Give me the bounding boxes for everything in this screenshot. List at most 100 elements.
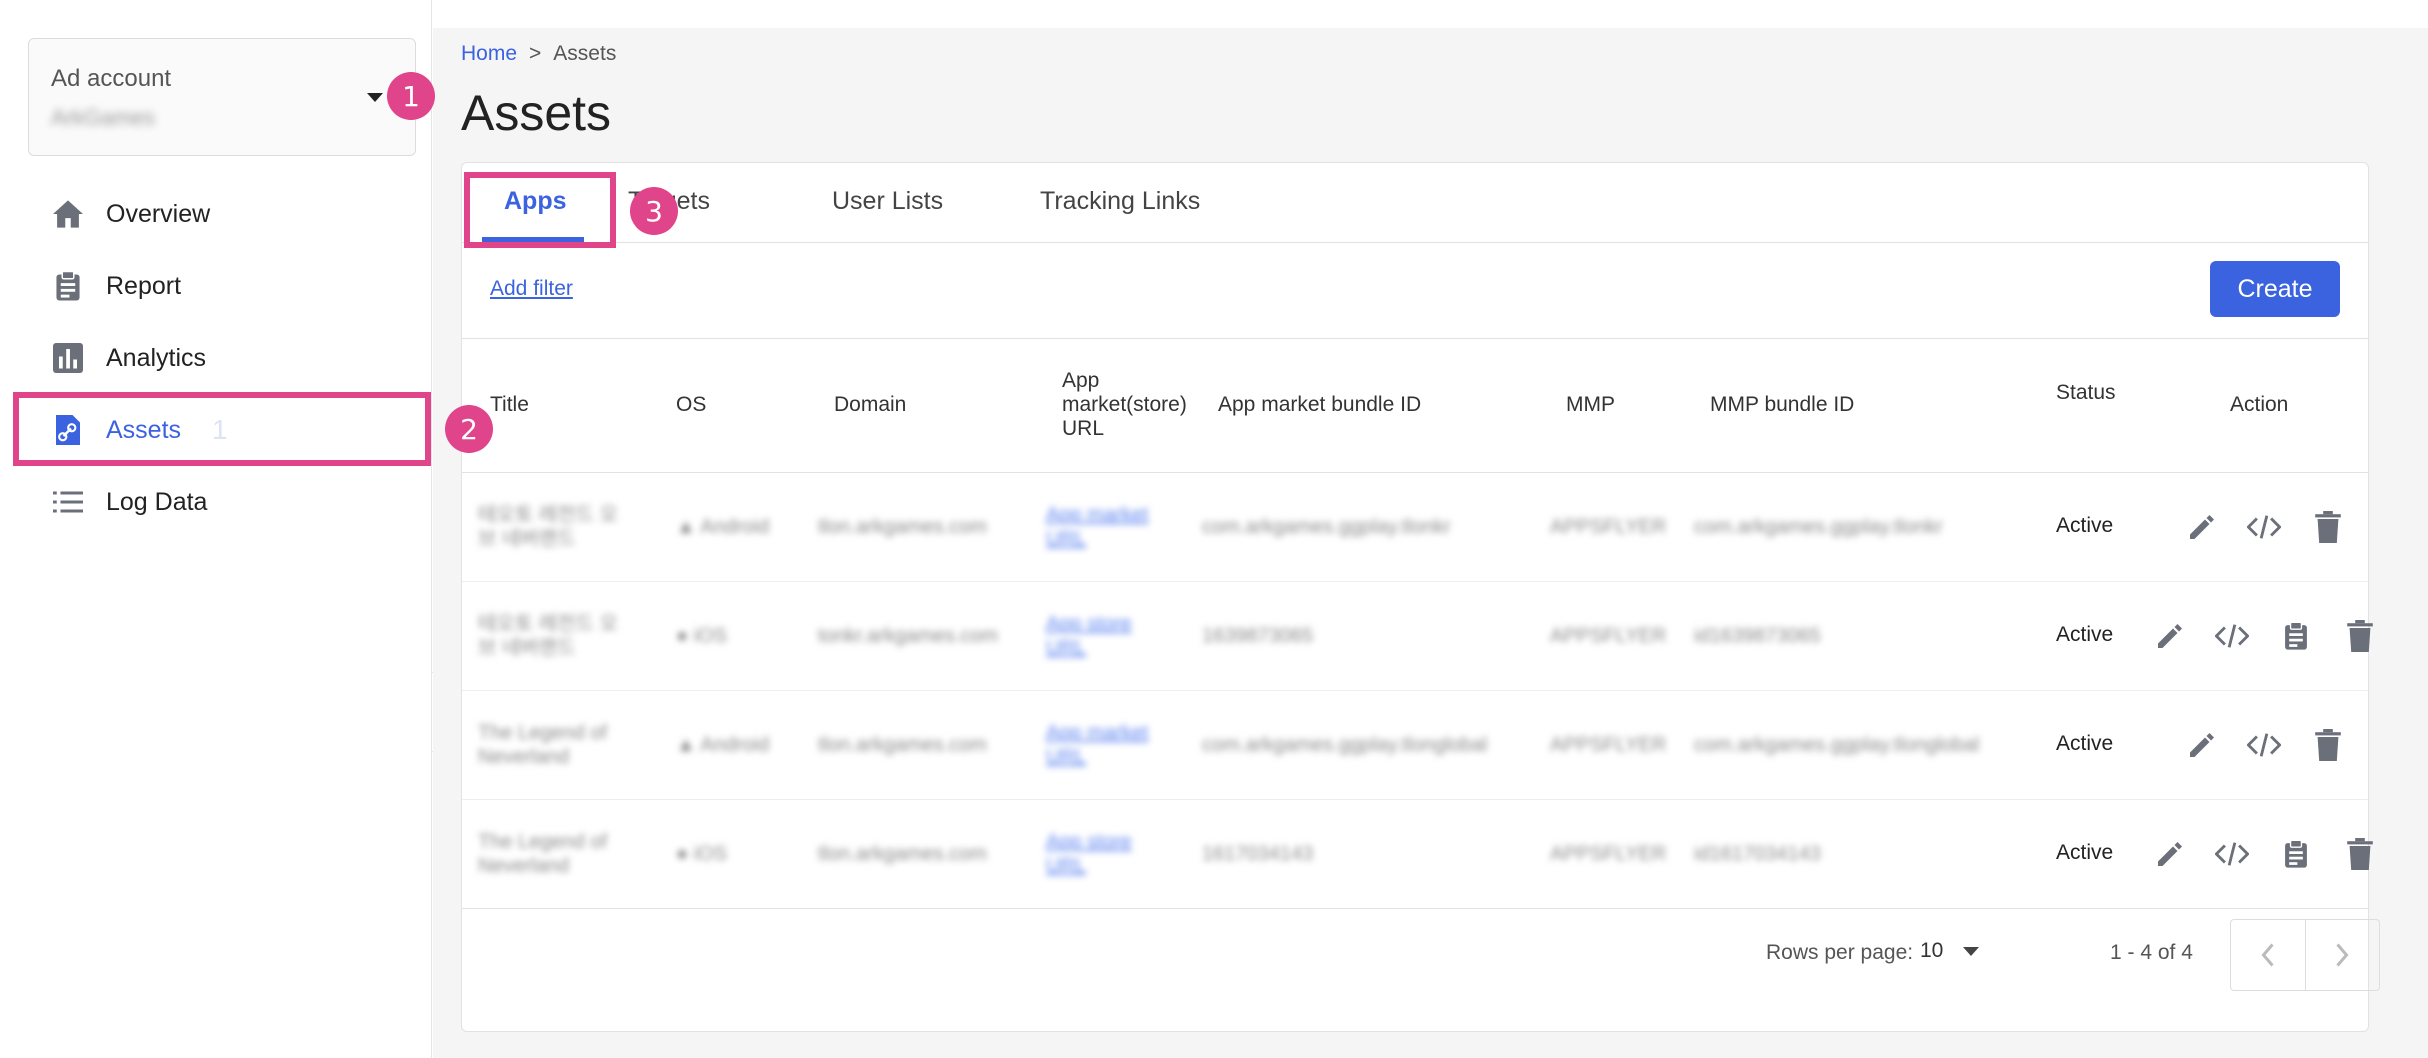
- cell-line: The Legend of: [478, 722, 607, 744]
- status-text: Active: [2056, 841, 2114, 864]
- cell-line: App market: [1046, 504, 1149, 526]
- cell-line: URL: [1046, 746, 1087, 768]
- add-filter-link[interactable]: Add filter: [490, 277, 573, 301]
- delete-icon[interactable]: [2340, 616, 2380, 656]
- sidebar-item-log-data[interactable]: Log Data: [0, 466, 432, 538]
- table-row: 테오토 레전드 오 브 네버랜드 ▲ Android tlon.arkgames…: [462, 473, 2368, 582]
- code-icon[interactable]: [2244, 725, 2284, 765]
- cell-line: 브 네버랜드: [478, 637, 576, 659]
- tab-bar: Apps Targets User Lists Tracking Links: [462, 163, 2368, 243]
- cell-os: ▲ Android: [676, 733, 769, 757]
- table-row: The Legend of Neverland ● iOS tlon.arkga…: [462, 800, 2373, 909]
- annotation-highlight-apps-tab: [464, 172, 616, 248]
- create-button[interactable]: Create: [2210, 261, 2340, 317]
- cell-os: ▲ Android: [676, 515, 769, 539]
- previous-page-button[interactable]: [2231, 920, 2305, 990]
- table-pagination: Rows per page: 10 1 - 4 of 4: [462, 901, 2380, 1031]
- chevron-right-icon: [2336, 943, 2349, 967]
- header-line: URL: [1062, 417, 1105, 440]
- cell-domain: tonkr.arkgames.com: [818, 625, 999, 647]
- breadcrumb-separator: >: [529, 42, 542, 65]
- sidebar-item-label: Overview: [106, 199, 211, 228]
- tab-user-lists[interactable]: User Lists: [832, 187, 943, 216]
- column-header-bundle-id: App market bundle ID: [1218, 393, 1422, 416]
- column-header-mmp: MMP: [1566, 393, 1615, 416]
- apple-icon: ●: [676, 843, 694, 865]
- home-icon: [50, 196, 86, 232]
- edit-icon[interactable]: [2182, 507, 2222, 547]
- cell-store-url-link[interactable]: App market URL: [1046, 721, 1148, 769]
- edit-icon[interactable]: [2182, 725, 2222, 765]
- cell-store-url-link[interactable]: App store URL: [1046, 830, 1132, 878]
- cell-line: 테오토 레전드 오: [478, 504, 618, 526]
- list-icon: [50, 484, 86, 520]
- cell-store-url-link[interactable]: App market URL: [1046, 503, 1148, 551]
- cell-line: 브 네버랜드: [478, 528, 576, 550]
- sidebar-item-overview[interactable]: Overview: [0, 178, 432, 250]
- cell-domain: tlon.arkgames.com: [818, 516, 987, 538]
- clipboard-copy-icon[interactable]: [2276, 616, 2316, 656]
- cell-bundle-id: 1617034143: [1202, 843, 1314, 865]
- page-title: Assets: [461, 85, 612, 141]
- rows-per-page-value: 10: [1920, 939, 1944, 962]
- cell-mmp-bundle-id: com.arkgames.ggplay.tlonkr: [1694, 516, 1943, 538]
- cell-domain: tlon.arkgames.com: [818, 843, 987, 865]
- rows-per-page-select[interactable]: 10: [1920, 939, 1980, 963]
- column-header-store-url: App market(store) URL: [1062, 369, 1187, 441]
- cell-line: App market: [1046, 722, 1149, 744]
- breadcrumb: Home > Assets: [461, 42, 616, 66]
- sidebar-item-analytics[interactable]: Analytics: [0, 322, 432, 394]
- bar-chart-icon: [50, 340, 86, 376]
- column-header-action: Action: [2230, 393, 2289, 416]
- cell-bundle-id: 1639873065: [1202, 625, 1314, 647]
- next-page-button[interactable]: [2304, 920, 2380, 990]
- cell-os: ● iOS: [676, 842, 727, 866]
- clipboard-copy-icon[interactable]: [2276, 834, 2316, 874]
- chevron-down-icon: [1963, 946, 1980, 956]
- filter-bar: Add filter Create: [462, 243, 2368, 339]
- column-header-title: Title: [490, 393, 529, 416]
- sidebar-item-label: Analytics: [106, 343, 207, 372]
- apple-icon: ●: [676, 625, 694, 647]
- edit-icon[interactable]: [2150, 834, 2190, 874]
- column-header-status: Status: [2056, 381, 2116, 404]
- status-text: Active: [2056, 732, 2114, 755]
- cell-store-url-link[interactable]: App store URL: [1046, 612, 1132, 660]
- tab-tracking-links[interactable]: Tracking Links: [1040, 187, 1200, 216]
- ad-account-selector[interactable]: Ad account ArkGames: [28, 38, 416, 156]
- dropdown-caret-icon[interactable]: [367, 93, 383, 102]
- cell-line: Neverland: [478, 855, 570, 877]
- delete-icon[interactable]: [2340, 834, 2380, 874]
- cell-title: 테오토 레전드 오 브 네버랜드: [478, 612, 618, 660]
- ad-account-label: Ad account: [51, 65, 172, 92]
- cell-line: App store: [1046, 831, 1132, 853]
- code-icon[interactable]: [2212, 616, 2252, 656]
- cell-title: 테오토 레전드 오 브 네버랜드: [478, 503, 618, 551]
- sidebar: Ad account ArkGames Overview Report Anal…: [0, 0, 432, 1058]
- code-icon[interactable]: [2244, 507, 2284, 547]
- android-icon: ▲: [676, 516, 701, 538]
- edit-icon[interactable]: [2150, 616, 2190, 656]
- delete-icon[interactable]: [2308, 725, 2348, 765]
- pagination-controls: [2230, 919, 2380, 991]
- ad-account-value: ArkGames: [51, 105, 155, 130]
- android-icon: ▲: [676, 734, 701, 756]
- sidebar-item-report[interactable]: Report: [0, 250, 432, 322]
- cell-bundle-id: com.arkgames.ggplay.tlonglobal: [1202, 734, 1488, 756]
- os-label: iOS: [693, 625, 727, 647]
- sidebar-item-label: Log Data: [106, 487, 208, 516]
- assets-card: Apps Targets User Lists Tracking Links A…: [461, 162, 2380, 1032]
- breadcrumb-home-link[interactable]: Home: [461, 42, 517, 66]
- delete-icon[interactable]: [2308, 507, 2348, 547]
- cell-mmp: APPSFLYER: [1550, 625, 1667, 647]
- cell-os: ● iOS: [676, 624, 727, 648]
- column-header-domain: Domain: [834, 393, 907, 416]
- annotation-badge-1: 1: [387, 72, 435, 120]
- column-header-os: OS: [676, 393, 707, 416]
- code-icon[interactable]: [2212, 834, 2252, 874]
- rows-per-page-label: Rows per page:: [1766, 941, 1914, 964]
- cell-mmp-bundle-id: id1617034143: [1694, 843, 1821, 865]
- chevron-left-icon: [2261, 943, 2274, 967]
- cell-line: URL: [1046, 528, 1087, 550]
- cell-line: Neverland: [478, 746, 570, 768]
